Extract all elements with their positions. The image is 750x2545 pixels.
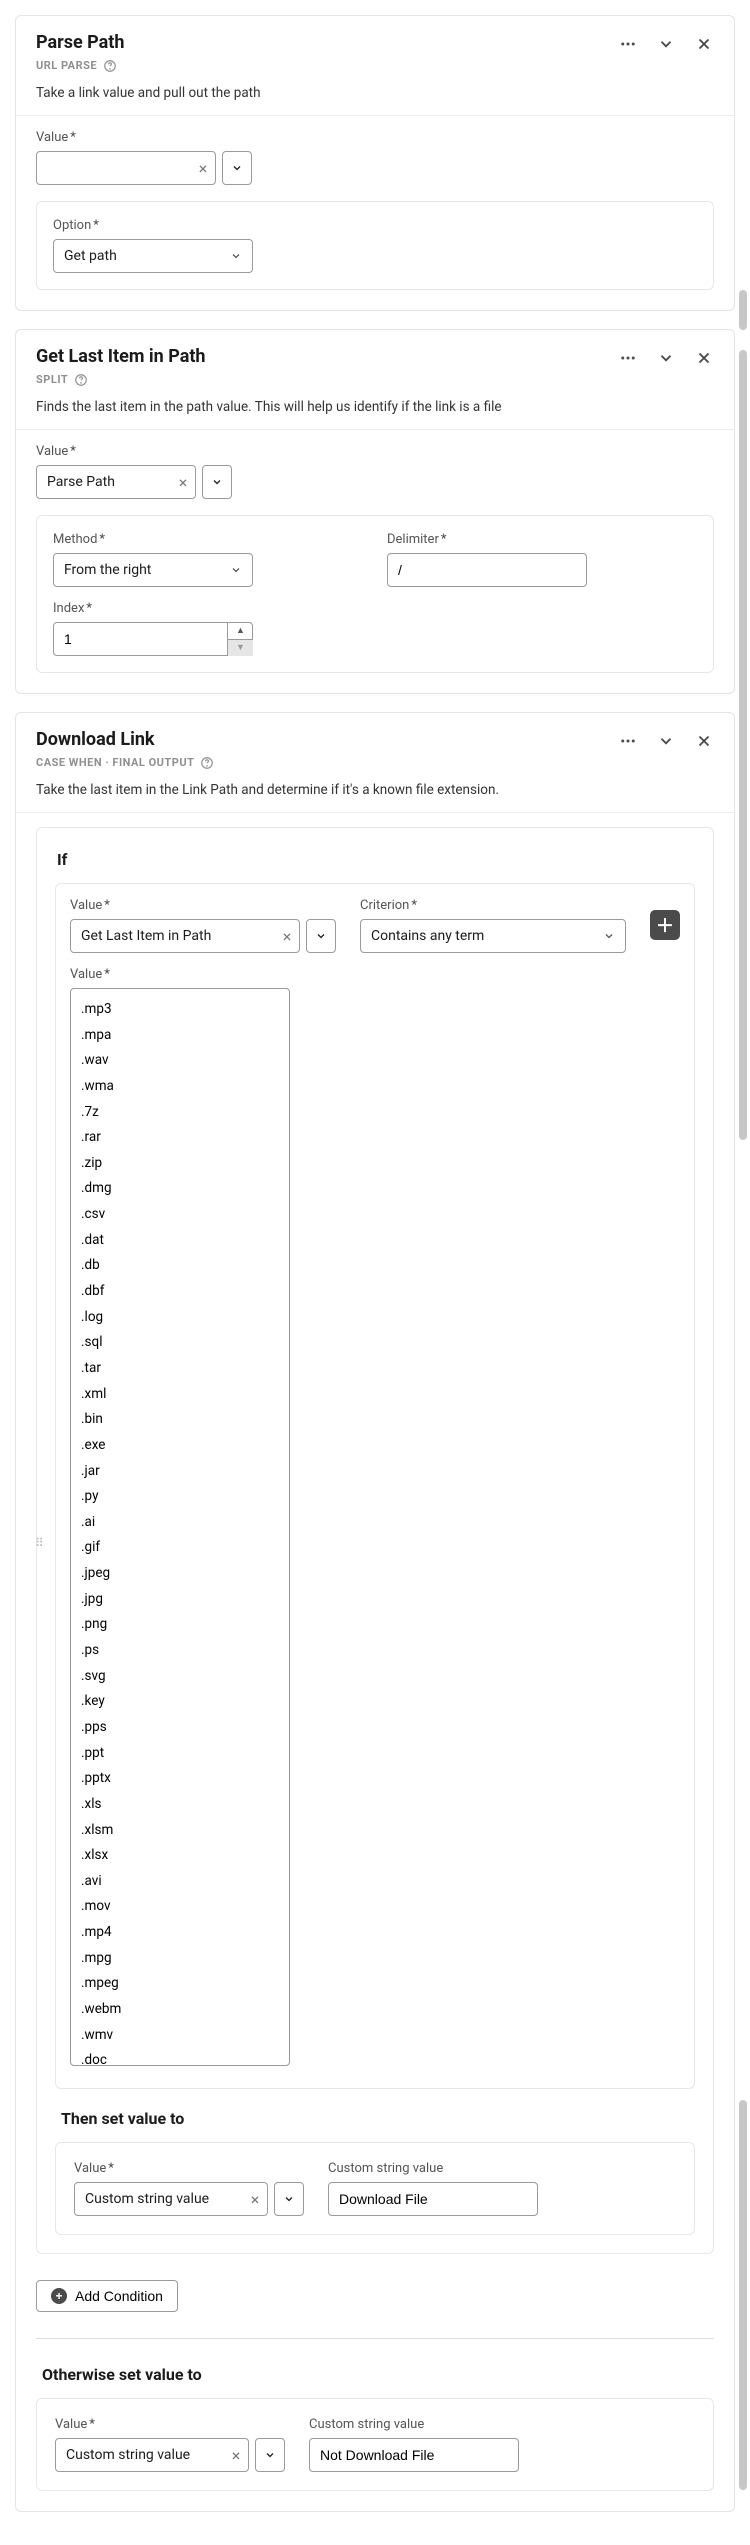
help-icon[interactable] (103, 59, 117, 73)
collapse-icon[interactable] (656, 34, 676, 54)
scrollbar-thumb[interactable] (739, 2100, 747, 2490)
value-label: Value* (36, 444, 714, 459)
index-label: Index* (53, 601, 697, 616)
delimiter-input[interactable] (387, 553, 587, 587)
more-icon[interactable] (618, 34, 638, 54)
then-string-input[interactable] (328, 2182, 538, 2216)
help-icon[interactable] (200, 756, 214, 770)
card-description: Take the last item in the Link Path and … (16, 782, 734, 812)
method-label: Method* (53, 532, 363, 547)
collapse-icon[interactable] (656, 731, 676, 751)
divider (36, 2338, 714, 2339)
extensions-label: Value* (70, 967, 680, 982)
criterion-label: Criterion* (360, 898, 626, 913)
card-download-link: Download Link CASE WHEN · FINAL OUTPUT T… (15, 712, 735, 2512)
card-description: Take a link value and pull out the path (16, 85, 734, 115)
criterion-select[interactable]: Contains any term (360, 919, 626, 953)
if-heading: If (57, 850, 695, 869)
delimiter-label: Delimiter* (387, 532, 697, 547)
card-parse-path: Parse Path URL PARSE Take a link value a… (15, 15, 735, 311)
else-value-label: Value* (55, 2417, 285, 2432)
then-value-input[interactable]: Custom string value × (74, 2182, 268, 2216)
clear-icon[interactable]: × (191, 159, 215, 178)
stepper-down[interactable]: ▼ (228, 639, 253, 657)
then-value-label: Value* (74, 2161, 304, 2176)
add-criterion-button[interactable]: ＋ (650, 910, 680, 940)
extensions-textarea[interactable] (70, 988, 290, 2066)
scrollbar-thumb[interactable] (739, 290, 747, 330)
index-input[interactable] (53, 622, 253, 656)
value-label: Value* (36, 130, 714, 145)
more-icon[interactable] (618, 731, 638, 751)
card-title: Get Last Item in Path (36, 346, 206, 367)
value-input[interactable]: Parse Path × (36, 465, 196, 499)
method-select[interactable]: From the right (53, 553, 253, 587)
add-condition-button[interactable]: + Add Condition (36, 2280, 178, 2312)
clear-icon[interactable]: × (171, 473, 195, 492)
card-title: Parse Path (36, 32, 124, 53)
card-subtitle: CASE WHEN · FINAL OUTPUT (36, 756, 214, 770)
then-string-label: Custom string value (328, 2161, 538, 2176)
value-dropdown[interactable] (202, 465, 232, 499)
else-heading: Otherwise set value to (42, 2365, 714, 2384)
card-subtitle: SPLIT (36, 373, 88, 387)
if-value-dropdown[interactable] (306, 919, 336, 953)
close-icon[interactable] (694, 731, 714, 751)
stepper-up[interactable]: ▲ (228, 622, 253, 639)
if-condition-panel: ⠿ If Value* Get Last Item in Path × (36, 827, 714, 2254)
help-icon[interactable] (74, 373, 88, 387)
then-heading: Then set value to (61, 2109, 695, 2128)
scrollbar-thumb[interactable] (739, 350, 747, 1140)
card-subtitle: URL PARSE (36, 59, 117, 73)
option-select[interactable]: Get path (53, 239, 253, 273)
close-icon[interactable] (694, 348, 714, 368)
else-value-input[interactable]: Custom string value × (55, 2438, 249, 2472)
value-input[interactable]: × (36, 151, 216, 185)
close-icon[interactable] (694, 34, 714, 54)
option-label: Option* (53, 218, 697, 233)
more-icon[interactable] (618, 348, 638, 368)
then-value-dropdown[interactable] (274, 2182, 304, 2216)
plus-icon: + (51, 2288, 67, 2304)
card-title: Download Link (36, 729, 214, 750)
clear-icon[interactable]: × (275, 927, 299, 946)
card-description: Finds the last item in the path value. T… (16, 399, 734, 429)
clear-icon[interactable]: × (243, 2190, 267, 2209)
if-value-input[interactable]: Get Last Item in Path × (70, 919, 300, 953)
else-string-label: Custom string value (309, 2417, 519, 2432)
drag-handle-icon[interactable]: ⠿ (35, 1541, 46, 1545)
collapse-icon[interactable] (656, 348, 676, 368)
else-string-input[interactable] (309, 2438, 519, 2472)
if-value-label: Value* (70, 898, 336, 913)
clear-icon[interactable]: × (224, 2446, 248, 2465)
card-get-last-item: Get Last Item in Path SPLIT Finds the la… (15, 329, 735, 694)
value-dropdown[interactable] (222, 151, 252, 185)
else-value-dropdown[interactable] (255, 2438, 285, 2472)
